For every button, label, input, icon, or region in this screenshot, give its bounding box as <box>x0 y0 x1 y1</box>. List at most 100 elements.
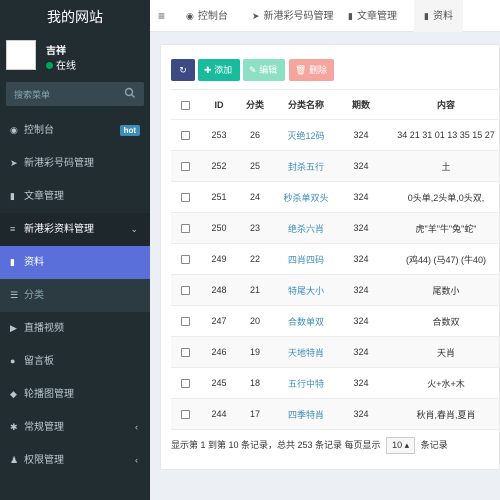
table-row[interactable]: 247 20 合数单双 324 合数双 <box>171 305 499 337</box>
pagination-suffix: 条记录 <box>420 440 448 450</box>
pencil-icon: ✎ <box>249 65 257 75</box>
sidebar-item-articles[interactable]: ▮ 文章管理 <box>0 180 150 213</box>
cell-category-name[interactable]: 秒杀单双头 <box>271 181 341 213</box>
sidebar-toggle-button[interactable]: ≡ <box>158 0 165 32</box>
row-checkbox-cell <box>171 274 199 306</box>
page-size-select[interactable]: 10 ▴ <box>386 437 416 454</box>
column-header-issue[interactable]: 期数 <box>341 89 381 120</box>
table-row[interactable]: 244 17 四季特肖 324 秋肖,春肖,夏肖 <box>171 398 499 430</box>
add-label: 添加 <box>214 65 233 75</box>
row-checkbox[interactable] <box>180 348 190 358</box>
cell-category-name[interactable]: 天地特肖 <box>271 336 341 368</box>
cell-category-name[interactable]: 四季特肖 <box>271 398 341 430</box>
column-header-id[interactable]: ID <box>199 89 239 120</box>
row-checkbox[interactable] <box>180 162 190 172</box>
delete-button[interactable]: 🗑 删除 <box>289 59 334 81</box>
cell-category-name[interactable]: 四肖四码 <box>271 243 341 275</box>
comment-icon: ● <box>10 356 16 366</box>
sidebar-item-label: 控制台 <box>24 125 54 136</box>
refresh-icon: ↻ <box>179 65 187 75</box>
hamburger-icon[interactable]: ≡ <box>158 9 165 23</box>
row-checkbox[interactable] <box>180 317 190 327</box>
row-checkbox[interactable] <box>180 255 190 265</box>
edit-button[interactable]: ✎ 编辑 <box>243 59 285 81</box>
cell-category: 24 <box>239 181 271 213</box>
cell-content: 虎"羊"牛"兔"蛇" <box>381 212 499 244</box>
chevron-left-icon: ‹ <box>135 422 138 432</box>
cell-content: 火+水+木 <box>381 367 499 399</box>
sidebar-item-general[interactable]: ✱ 常规管理 ‹ <box>0 411 150 444</box>
bookmark-icon: ▮ <box>10 191 15 201</box>
sidebar-item-ziliao[interactable]: ▮ 资料 <box>0 246 150 279</box>
cell-id: 244 <box>199 398 239 430</box>
tab-ziliao[interactable]: ▮ 资料 <box>414 0 463 32</box>
row-checkbox[interactable] <box>180 410 190 420</box>
cell-category-name[interactable]: 灭绝12码 <box>271 119 341 151</box>
column-header-content[interactable]: 内容 <box>381 89 499 120</box>
table-row[interactable]: 251 24 秒杀单双头 324 0头单,2头单,0头双, <box>171 181 499 213</box>
row-checkbox[interactable] <box>180 286 190 296</box>
table-row[interactable]: 245 18 五行中特 324 火+水+木 <box>171 367 499 399</box>
column-header-category[interactable]: 分类 <box>239 89 271 120</box>
cell-category-name[interactable]: 绝杀六肖 <box>271 212 341 244</box>
avatar[interactable] <box>6 40 36 70</box>
cell-category: 26 <box>239 119 271 151</box>
row-checkbox[interactable] <box>180 224 190 234</box>
row-checkbox[interactable] <box>180 131 190 141</box>
cell-category: 25 <box>239 150 271 182</box>
cell-category-name[interactable]: 五行中特 <box>271 367 341 399</box>
cell-category-name[interactable]: 特尾大小 <box>271 274 341 306</box>
row-checkbox-cell <box>171 305 199 337</box>
cell-content: 天肖 <box>381 336 499 368</box>
sidebar-item-carousel[interactable]: ◆ 轮播图管理 <box>0 378 150 411</box>
row-checkbox[interactable] <box>180 193 190 203</box>
delete-label: 删除 <box>308 65 327 75</box>
table-row[interactable]: 250 23 绝杀六肖 324 虎"羊"牛"兔"蛇" <box>171 212 499 244</box>
sidebar-item-label: 分类 <box>24 290 44 301</box>
cell-id: 250 <box>199 212 239 244</box>
sidebar-item-data-management[interactable]: ≡ 新港彩资料管理 ⌄ <box>0 213 150 246</box>
select-all-checkbox-cell <box>171 89 199 120</box>
table-row[interactable]: 248 21 特尾大小 324 尾数小 <box>171 274 499 306</box>
site-brand[interactable]: 我的网站 <box>0 0 150 34</box>
column-header-category-name[interactable]: 分类名称 <box>271 89 341 120</box>
refresh-button[interactable]: ↻ <box>171 59 195 81</box>
dashboard-icon: ◉ <box>186 11 194 21</box>
table-row[interactable]: 253 26 灭绝12码 324 34 21 31 01 13 35 15 27 <box>171 119 499 151</box>
select-all-checkbox[interactable] <box>180 100 190 110</box>
sidebar-item-permissions[interactable]: ♟ 权限管理 ‹ <box>0 444 150 477</box>
sidebar-item-category[interactable]: ☰ 分类 <box>0 279 150 312</box>
cell-content: 合数双 <box>381 305 499 337</box>
dashboard-icon: ◉ <box>10 125 18 135</box>
tab-label: 控制台 <box>197 11 228 22</box>
cell-category: 20 <box>239 305 271 337</box>
tab-dashboard[interactable]: ◉ 控制台 <box>178 0 236 32</box>
users-icon: ♟ <box>10 455 19 465</box>
video-icon: ▶ <box>10 323 17 333</box>
cell-category: 21 <box>239 274 271 306</box>
cell-category: 19 <box>239 336 271 368</box>
cell-content: 0头单,2头单,0头双, <box>381 181 499 213</box>
row-checkbox[interactable] <box>180 379 190 389</box>
table-row[interactable]: 252 25 封杀五行 324 土 <box>171 150 499 182</box>
search-icon[interactable] <box>124 87 136 99</box>
add-button[interactable]: ✚ 添加 <box>198 59 240 81</box>
sidebar-item-dashboard[interactable]: ◉ 控制台 hot <box>0 114 150 147</box>
tab-articles[interactable]: ▮ 文章管理 <box>342 0 403 32</box>
menu-search-input[interactable]: 搜索菜单 <box>6 82 144 106</box>
sidebar-item-numbers[interactable]: ➤ 新港彩号码管理 <box>0 147 150 180</box>
user-name: 吉祥 <box>46 46 66 57</box>
user-status-text: 在线 <box>56 61 76 72</box>
bookmark-icon: ▮ <box>348 11 353 21</box>
sidebar-item-guestbook[interactable]: ● 留言板 <box>0 345 150 378</box>
table-row[interactable]: 249 22 四肖四码 324 (鸡44) (马47) (牛40) <box>171 243 499 275</box>
row-checkbox-cell <box>171 398 199 430</box>
tab-numbers[interactable]: ➤ 新港彩号码管理 <box>246 0 340 32</box>
cell-category-name[interactable]: 封杀五行 <box>271 150 341 182</box>
table-row[interactable]: 246 19 天地特肖 324 天肖 <box>171 336 499 368</box>
sidebar-item-live-video[interactable]: ▶ 直播视频 <box>0 312 150 345</box>
cell-category-name[interactable]: 合数单双 <box>271 305 341 337</box>
pagination-text: 显示第 1 到第 10 条记录，总共 253 条记录 每页显示 <box>171 440 381 450</box>
sidebar-item-label: 常规管理 <box>24 422 64 433</box>
cell-id: 245 <box>199 367 239 399</box>
